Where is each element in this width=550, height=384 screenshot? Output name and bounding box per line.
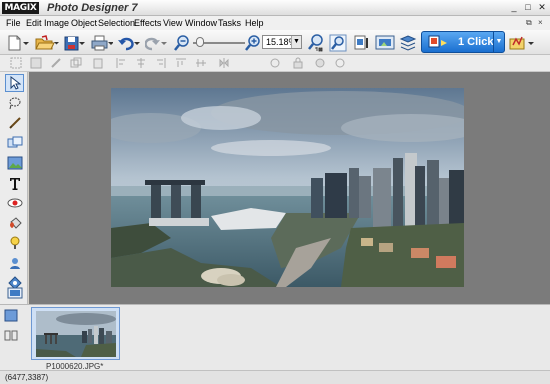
copy-selection-icon[interactable] [68, 56, 83, 70]
menu-help[interactable]: Help [245, 17, 264, 29]
dodge-tool-icon[interactable] [5, 234, 24, 252]
menu-selection[interactable]: Selection [98, 17, 135, 29]
image-tool-icon[interactable] [5, 154, 24, 172]
pointer-tool-icon[interactable] [5, 74, 24, 92]
remove-object-icon[interactable] [332, 56, 347, 70]
maximize-button[interactable]: □ [522, 2, 534, 13]
select-all-icon[interactable] [8, 56, 23, 70]
red-eye-tool-icon[interactable] [5, 194, 24, 212]
scan-icon[interactable] [352, 33, 372, 52]
open-icon[interactable] [34, 33, 60, 52]
one-click-button[interactable]: 1 Click ▼ [421, 31, 505, 53]
one-click-dropdown-button[interactable]: ▼ [493, 32, 504, 52]
menu-window[interactable]: Window [185, 17, 217, 29]
frame-tool-icon[interactable] [5, 286, 24, 300]
title-bar: MAGIX Photo Designer 7 _ □ ✕ [0, 0, 550, 16]
close-document-button[interactable]: × [538, 18, 543, 28]
menu-image[interactable]: Image [44, 17, 69, 29]
thumbnail-image [36, 311, 116, 357]
feather-icon[interactable] [48, 56, 63, 70]
fill-tool-icon[interactable] [5, 214, 24, 232]
rotate-icon[interactable] [267, 56, 282, 70]
menu-object[interactable]: Object [71, 17, 97, 29]
document-thumbnail[interactable] [31, 307, 120, 360]
zoom-100-icon[interactable] [305, 33, 325, 52]
menu-edit[interactable]: Edit [26, 17, 42, 29]
invert-selection-icon[interactable] [28, 56, 43, 70]
document-list-icon[interactable] [4, 309, 18, 322]
status-bar: (6477,3387) [0, 370, 550, 384]
cursor-coordinates: (6477,3387) [5, 373, 49, 382]
menu-view[interactable]: View [163, 17, 182, 29]
close-button[interactable]: ✕ [536, 2, 548, 13]
slideshow-icon[interactable] [374, 33, 396, 52]
brush-tool-icon[interactable] [5, 114, 24, 132]
zoom-level-field[interactable]: 15.18% ▼ [262, 35, 302, 49]
flip-icon[interactable] [216, 56, 231, 70]
magix-logo: MAGIX [2, 2, 39, 14]
minimize-button[interactable]: _ [508, 2, 520, 13]
tasks-icon[interactable] [507, 33, 537, 52]
one-click-icon [428, 35, 452, 52]
paste-selection-icon[interactable] [90, 56, 105, 70]
new-icon[interactable] [6, 33, 30, 52]
zoom-fit-icon[interactable] [328, 33, 348, 52]
align-middle-icon[interactable] [193, 56, 208, 70]
zoom-in-icon[interactable] [244, 33, 262, 52]
align-center-icon[interactable] [133, 56, 148, 70]
redo-icon[interactable] [144, 33, 168, 52]
options-toolbar: 45 [0, 55, 550, 125]
lock-icon[interactable] [290, 56, 305, 70]
clone-tool-icon[interactable] [5, 134, 24, 152]
align-right-icon[interactable] [153, 56, 168, 70]
menu-effects[interactable]: Effects [134, 17, 161, 29]
layers-icon[interactable] [398, 33, 418, 52]
zoom-dropdown-button[interactable]: ▼ [291, 36, 301, 48]
add-object-icon[interactable] [312, 56, 327, 70]
print-icon[interactable] [90, 33, 114, 52]
align-left-icon[interactable] [113, 56, 128, 70]
save-icon[interactable] [62, 33, 86, 52]
zoom-slider-handle[interactable] [196, 37, 204, 47]
tool-palette [0, 72, 28, 304]
app-title: Photo Designer 7 [47, 2, 138, 14]
lasso-tool-icon[interactable] [5, 94, 24, 112]
zoom-out-icon[interactable] [173, 33, 191, 52]
photo-image[interactable] [111, 88, 464, 287]
document-view-icon[interactable] [4, 329, 18, 342]
one-click-label: 1 Click [458, 36, 494, 48]
restore-document-button[interactable]: ⧉ [526, 18, 532, 28]
retouch-tool-icon[interactable] [5, 254, 24, 272]
menu-bar: File Edit Image Object Selection Effects… [0, 16, 550, 30]
text-tool-icon[interactable] [5, 174, 24, 192]
menu-file[interactable]: File [6, 17, 21, 29]
menu-tasks[interactable]: Tasks [218, 17, 241, 29]
align-top-icon[interactable] [173, 56, 188, 70]
undo-icon[interactable] [117, 33, 141, 52]
